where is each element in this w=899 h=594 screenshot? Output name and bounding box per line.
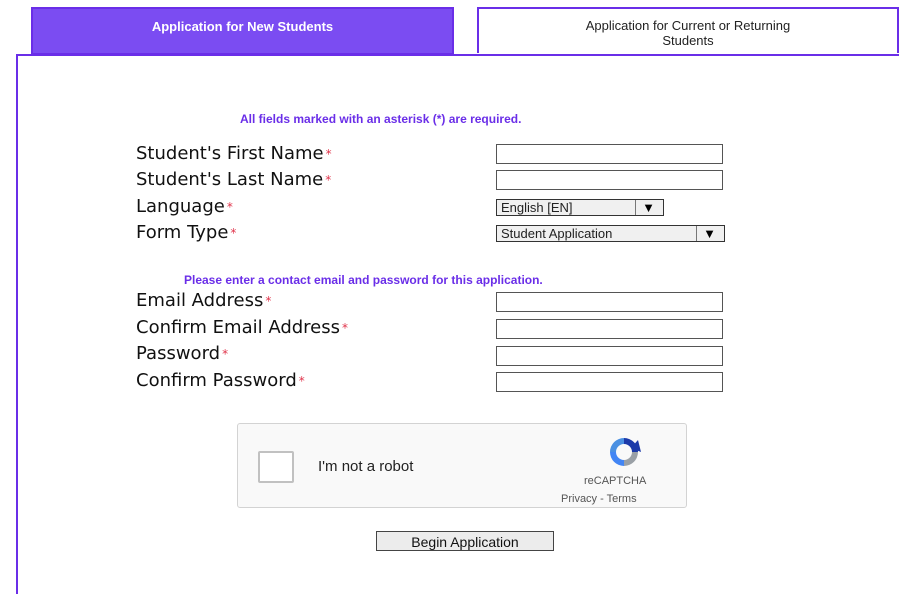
confirm-password-input[interactable] <box>496 372 723 392</box>
recaptcha-label: I'm not a robot <box>318 458 414 475</box>
form-type-label: Form Type * <box>136 222 237 243</box>
tab-current-students-label-line2: Students <box>662 33 714 48</box>
language-select-value: English [EN] <box>501 200 573 215</box>
required-asterisk: * <box>265 294 272 308</box>
email-label: Email Address * <box>136 290 272 311</box>
confirm-email-label: Confirm Email Address * <box>136 317 349 338</box>
recaptcha-logo-icon <box>610 438 641 466</box>
form-type-select-value: Student Application <box>501 226 613 241</box>
recaptcha-brand: reCAPTCHA <box>584 475 647 487</box>
triangle-down-icon: ▼ <box>635 200 663 215</box>
required-asterisk: * <box>325 147 332 161</box>
first-name-input[interactable] <box>496 144 723 164</box>
required-fields-note: All fields marked with an asterisk (*) a… <box>240 112 522 126</box>
required-asterisk: * <box>226 200 233 214</box>
confirm-password-label: Confirm Password * <box>136 370 305 391</box>
first-name-label: Student's First Name * <box>136 143 332 164</box>
tab-new-students-label: Application for New Students <box>151 19 334 34</box>
password-label: Password * <box>136 343 229 364</box>
language-select[interactable]: English [EN] ▼ <box>496 199 664 216</box>
tab-new-students[interactable]: Application for New Students <box>31 7 454 55</box>
email-input[interactable] <box>496 292 723 312</box>
confirm-email-input[interactable] <box>496 319 723 339</box>
triangle-down-icon: ▼ <box>696 226 724 241</box>
form-type-select[interactable]: Student Application ▼ <box>496 225 725 242</box>
tab-current-students-label-line1: Application for Current or Returning <box>585 18 791 33</box>
required-asterisk: * <box>230 226 237 240</box>
contact-info-note: Please enter a contact email and passwor… <box>184 273 543 287</box>
language-label: Language * <box>136 196 233 217</box>
required-asterisk: * <box>298 374 305 388</box>
recaptcha-widget: I'm not a robot reCAPTCHA Privacy - Term… <box>237 423 687 508</box>
password-input[interactable] <box>496 346 723 366</box>
recaptcha-checkbox[interactable] <box>258 451 294 483</box>
required-asterisk: * <box>342 321 349 335</box>
recaptcha-privacy-terms-links[interactable]: Privacy - Terms <box>561 493 637 505</box>
last-name-input[interactable] <box>496 170 723 190</box>
tab-current-students[interactable]: Application for Current or Returning Stu… <box>477 7 899 53</box>
required-asterisk: * <box>325 173 332 187</box>
last-name-label: Student's Last Name * <box>136 169 332 190</box>
begin-application-button[interactable]: Begin Application <box>376 531 554 551</box>
required-asterisk: * <box>222 347 229 361</box>
